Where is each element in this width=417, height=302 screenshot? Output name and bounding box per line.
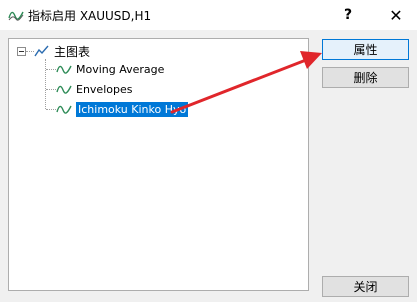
title-bar: 指标启用 XAUUSD,H1 ? ✕ [0, 0, 417, 30]
indicator-wave-icon [56, 105, 72, 114]
indicator-wave-icon [56, 85, 72, 94]
indicator-tree[interactable]: 主图表 Moving Average Envelopes Ichimoku Ki… [8, 38, 309, 291]
tree-item-label-selected: Ichimoku Kinko Hyo [76, 101, 189, 117]
tree-connector [45, 59, 47, 109]
tree-item-label: Moving Average [76, 62, 165, 76]
tree-item-ichimoku[interactable]: Ichimoku Kinko Hyo [56, 100, 189, 118]
collapse-toggle-icon[interactable] [17, 47, 26, 56]
properties-button[interactable]: 属性 [322, 39, 409, 60]
help-button[interactable]: ? [331, 0, 365, 30]
tree-item-envelopes[interactable]: Envelopes [56, 80, 132, 98]
tree-connector [46, 89, 56, 91]
tree-root-node[interactable]: 主图表 [34, 42, 90, 60]
delete-button[interactable]: 删除 [322, 67, 409, 88]
close-button[interactable]: 关闭 [322, 276, 409, 297]
tree-connector [46, 109, 56, 111]
tree-connector [26, 51, 34, 53]
tree-item-label: Envelopes [76, 82, 133, 96]
tree-connector [46, 69, 56, 71]
chart-line-icon [34, 45, 49, 57]
indicator-wave-icon [8, 11, 24, 21]
window-title: 指标启用 XAUUSD,H1 [28, 9, 152, 23]
tree-root-label: 主图表 [54, 44, 91, 59]
indicator-wave-icon [56, 65, 72, 74]
tree-item-moving-average[interactable]: Moving Average [56, 60, 164, 78]
close-window-button[interactable]: ✕ [379, 0, 413, 30]
